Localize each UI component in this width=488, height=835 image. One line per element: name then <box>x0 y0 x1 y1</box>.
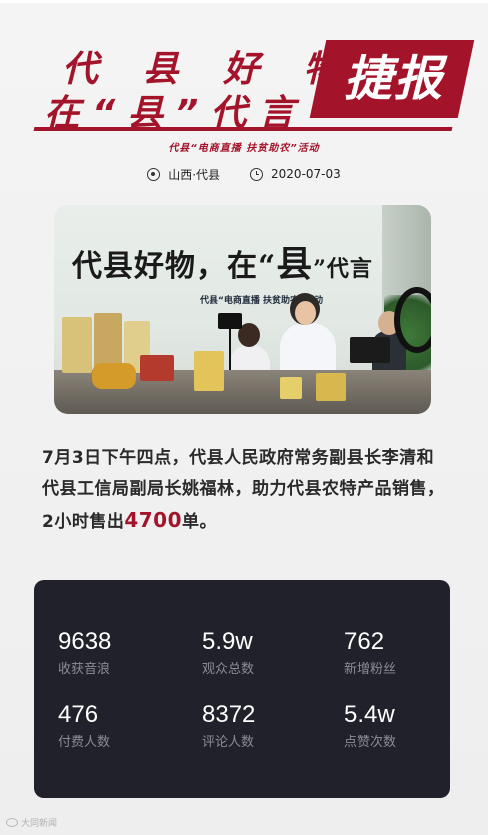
event-photo: 代县好物，在“县”代言 代县“电商直播 扶贫助农”活动 <box>54 205 431 414</box>
title-underline <box>33 127 453 131</box>
badge-text: 捷报 <box>343 51 444 107</box>
stat-item: 762 新增粉丝 <box>344 628 474 677</box>
stat-item: 8372 评论人数 <box>202 701 332 750</box>
stat-value: 5.9w <box>202 628 253 655</box>
stat-value: 9638 <box>58 628 112 655</box>
stat-value: 762 <box>344 628 385 655</box>
stat-value: 476 <box>58 701 99 728</box>
watermark: 大同新闻 <box>6 816 57 829</box>
stat-value: 5.4w <box>344 701 395 728</box>
photo-banner-title: 代县好物，在“县”代言 <box>72 243 373 285</box>
stat-label: 收获音浪 <box>58 662 111 677</box>
event-subtitle: 代县“电商直播 扶贫助农”活动 <box>168 143 320 154</box>
stat-label: 新增粉丝 <box>344 662 397 677</box>
stat-label: 评论人数 <box>202 735 255 750</box>
sales-count: 4700 <box>124 508 183 532</box>
stat-item: 5.4w 点赞次数 <box>344 701 474 750</box>
date-text: 2020-07-03 <box>271 167 341 181</box>
header: 代 县 好 物 在“县”代言 捷报 代县“电商直播 扶贫助农”活动 山西·代县 … <box>0 0 488 200</box>
stat-item: 476 付费人数 <box>58 701 188 750</box>
location-pin-icon <box>147 167 161 181</box>
stat-item: 5.9w 观众总数 <box>202 628 332 677</box>
stat-value: 8372 <box>202 701 256 728</box>
stat-label: 付费人数 <box>58 735 111 750</box>
stats-panel: 9638 收获音浪 5.9w 观众总数 762 新增粉丝 476 付费人数 83… <box>34 580 450 798</box>
meta-row: 山西·代县 2020-07-03 <box>0 165 488 183</box>
event-description: 7月3日下午四点，代县人民政府常务副县长李清和代县工信局副局长姚福林，助力代县农… <box>42 448 445 532</box>
weibo-icon <box>6 818 18 827</box>
watermark-text: 大同新闻 <box>21 819 58 829</box>
stat-item: 9638 收获音浪 <box>58 628 188 677</box>
clock-icon <box>250 167 264 181</box>
stat-label: 点赞次数 <box>344 735 397 750</box>
stat-label: 观众总数 <box>202 662 255 677</box>
location-text: 山西·代县 <box>168 167 221 182</box>
